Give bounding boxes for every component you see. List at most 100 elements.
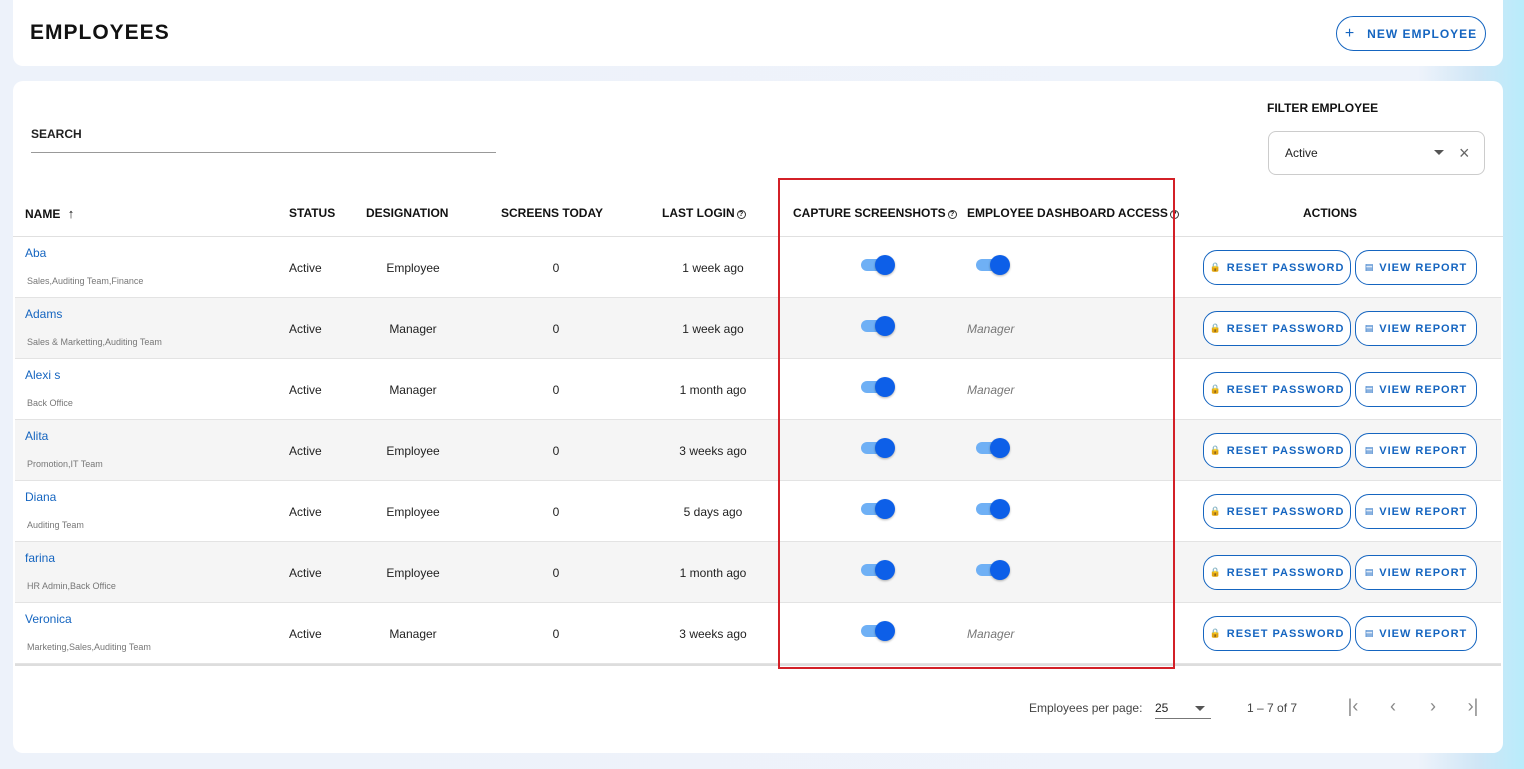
employee-teams: Marketing,Sales,Auditing Team (27, 642, 151, 652)
reset-password-label: RESET PASSWORD (1226, 566, 1345, 579)
dashboard-access-text: Manager (967, 627, 1015, 641)
dashboard-access-toggle[interactable] (974, 253, 1012, 277)
view-report-button[interactable]: ▤ VIEW REPORT (1355, 494, 1477, 529)
table-bottom-divider (15, 664, 1501, 666)
employee-teams: Sales & Marketting,Auditing Team (27, 337, 162, 347)
capture-screenshots-toggle[interactable] (859, 558, 897, 582)
per-page-select[interactable]: 25 (1155, 693, 1211, 719)
screens-today: 0 (552, 566, 560, 580)
view-report-label: VIEW REPORT (1379, 627, 1468, 640)
view-report-label: VIEW REPORT (1379, 566, 1468, 579)
sort-arrow-up-icon[interactable]: ↑ (68, 206, 75, 221)
employee-name-link[interactable]: Veronica (25, 612, 72, 626)
help-icon[interactable]: ? (947, 210, 957, 219)
help-icon[interactable]: ? (1169, 210, 1179, 219)
reset-password-label: RESET PASSWORD (1226, 322, 1345, 335)
view-report-button[interactable]: ▤ VIEW REPORT (1355, 372, 1477, 407)
view-report-label: VIEW REPORT (1379, 383, 1468, 396)
first-page-icon[interactable]: |‹ (1341, 694, 1365, 718)
document-icon: ▤ (1364, 262, 1375, 272)
reset-password-button[interactable]: 🔒 RESET PASSWORD (1203, 616, 1351, 651)
screens-today: 0 (552, 261, 560, 275)
lock-icon: 🔒 (1209, 567, 1222, 577)
last-login: 1 month ago (679, 383, 747, 397)
employee-name-link[interactable]: Aba (25, 246, 46, 260)
last-page-icon[interactable]: ›| (1461, 694, 1485, 718)
reset-password-button[interactable]: 🔒 RESET PASSWORD (1203, 433, 1351, 468)
reset-password-button[interactable]: 🔒 RESET PASSWORD (1203, 250, 1351, 285)
reset-password-label: RESET PASSWORD (1226, 383, 1345, 396)
reset-password-label: RESET PASSWORD (1226, 444, 1345, 457)
filter-value: Active (1285, 146, 1318, 160)
employee-designation: Employee (386, 505, 440, 519)
page-range: 1 – 7 of 7 (1247, 701, 1298, 715)
search-underline (31, 152, 496, 153)
dashboard-access-toggle[interactable] (974, 436, 1012, 460)
employee-name-link[interactable]: Alita (25, 429, 48, 443)
next-page-icon[interactable]: › (1421, 694, 1445, 718)
search-input[interactable]: SEARCH (31, 127, 82, 141)
view-report-button[interactable]: ▤ VIEW REPORT (1355, 250, 1477, 285)
capture-screenshots-toggle[interactable] (859, 253, 897, 277)
employee-name-link[interactable]: farina (25, 551, 55, 565)
new-employee-button[interactable]: + NEW EMPLOYEE (1336, 16, 1486, 51)
last-login: 1 month ago (679, 566, 747, 580)
previous-page-icon[interactable]: ‹ (1381, 694, 1405, 718)
document-icon: ▤ (1364, 323, 1375, 333)
reset-password-button[interactable]: 🔒 RESET PASSWORD (1203, 311, 1351, 346)
capture-screenshots-toggle[interactable] (859, 436, 897, 460)
employee-teams: Auditing Team (27, 520, 84, 530)
close-icon[interactable]: × (1459, 143, 1470, 164)
column-last-login-label: LAST LOGIN (662, 206, 735, 220)
dashboard-access-toggle[interactable] (974, 497, 1012, 521)
employee-status: Active (289, 627, 322, 641)
reset-password-button[interactable]: 🔒 RESET PASSWORD (1203, 555, 1351, 590)
employee-status: Active (289, 383, 322, 397)
capture-screenshots-toggle[interactable] (859, 497, 897, 521)
lock-icon: 🔒 (1209, 628, 1222, 638)
table-row: Veronica Marketing,Sales,Auditing Team A… (15, 603, 1501, 664)
column-name-label: NAME (25, 207, 61, 221)
reset-password-label: RESET PASSWORD (1226, 627, 1345, 640)
reset-password-button[interactable]: 🔒 RESET PASSWORD (1203, 372, 1351, 407)
employee-status: Active (289, 444, 322, 458)
header-card: EMPLOYEES + NEW EMPLOYEE (13, 0, 1503, 66)
table-row: Alita Promotion,IT Team Active Employee … (15, 420, 1501, 481)
table-row: farina HR Admin,Back Office Active Emplo… (15, 542, 1501, 603)
document-icon: ▤ (1364, 445, 1375, 455)
capture-screenshots-toggle[interactable] (859, 314, 897, 338)
dashboard-access-text: Manager (967, 383, 1015, 397)
plus-icon: + (1344, 24, 1356, 42)
employee-name-link[interactable]: Diana (25, 490, 56, 504)
view-report-button[interactable]: ▤ VIEW REPORT (1355, 311, 1477, 346)
view-report-button[interactable]: ▤ VIEW REPORT (1355, 616, 1477, 651)
capture-screenshots-toggle[interactable] (859, 619, 897, 643)
view-report-button[interactable]: ▤ VIEW REPORT (1355, 433, 1477, 468)
column-name[interactable]: NAME ↑ (25, 206, 74, 221)
document-icon: ▤ (1364, 567, 1375, 577)
column-capture-label: CAPTURE SCREENSHOTS (793, 206, 946, 220)
column-screens-today: SCREENS TODAY (501, 206, 604, 220)
chevron-down-icon[interactable] (1434, 150, 1444, 155)
employee-teams: HR Admin,Back Office (27, 581, 116, 591)
column-last-login: LAST LOGIN? (662, 206, 746, 220)
lock-icon: 🔒 (1209, 323, 1222, 333)
employee-designation: Employee (386, 444, 440, 458)
reset-password-button[interactable]: 🔒 RESET PASSWORD (1203, 494, 1351, 529)
column-dashboard-access: EMPLOYEE DASHBOARD ACCESS? (967, 206, 1179, 220)
employee-designation: Employee (386, 566, 440, 580)
dashboard-access-toggle[interactable] (974, 558, 1012, 582)
last-login: 3 weeks ago (679, 444, 747, 458)
employee-name-link[interactable]: Alexi s (25, 368, 60, 382)
view-report-button[interactable]: ▤ VIEW REPORT (1355, 555, 1477, 590)
employee-status: Active (289, 505, 322, 519)
table-row: Diana Auditing Team Active Employee 0 5 … (15, 481, 1501, 542)
employee-name-link[interactable]: Adams (25, 307, 62, 321)
table-row: Alexi s Back Office Active Manager 0 1 m… (15, 359, 1501, 420)
capture-screenshots-toggle[interactable] (859, 375, 897, 399)
help-icon[interactable]: ? (736, 210, 746, 219)
filter-employee-select[interactable]: Active × (1268, 131, 1485, 175)
table-row: Aba Sales,Auditing Team,Finance Active E… (15, 237, 1501, 298)
employee-teams: Sales,Auditing Team,Finance (27, 276, 144, 286)
column-status: STATUS (289, 206, 336, 220)
